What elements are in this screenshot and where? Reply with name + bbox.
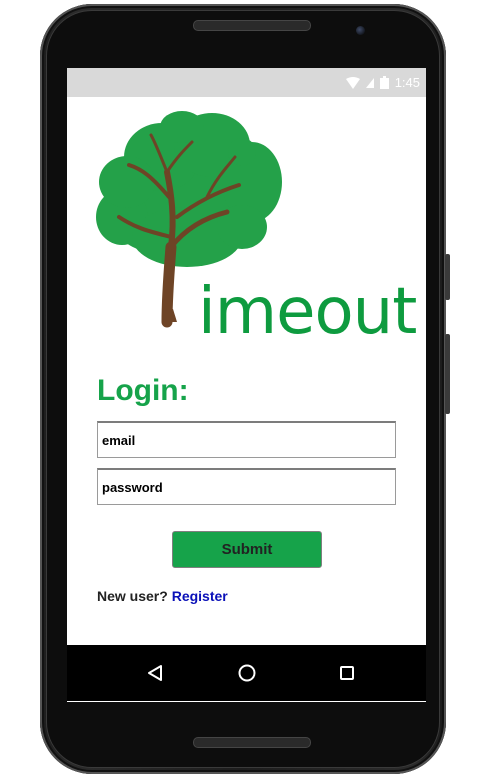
email-field[interactable]: [97, 421, 396, 458]
password-field[interactable]: [97, 468, 396, 505]
timeout-logo: imeout: [67, 97, 426, 344]
phone-bezel: 1:45 imeout Login: email Submit New user…: [46, 10, 440, 768]
new-user-text: New user?: [97, 588, 168, 604]
phone-frame: 1:45 imeout Login: email Submit New user…: [40, 4, 450, 774]
status-icons: 1:45: [345, 74, 420, 91]
recents-icon: [340, 666, 354, 680]
navigation-bar: [67, 645, 426, 701]
power-button: [445, 334, 450, 414]
wifi-icon: [345, 76, 360, 89]
register-row: New user? Register: [97, 588, 228, 604]
volume-button: [445, 254, 450, 300]
app-screen: 1:45 imeout Login: email Submit New user…: [67, 68, 426, 702]
battery-icon: [379, 76, 389, 89]
front-camera: [356, 26, 365, 35]
home-button[interactable]: [233, 659, 261, 687]
bottom-speaker: [193, 737, 311, 748]
logo-text: imeout: [198, 275, 417, 349]
status-time: 1:45: [394, 75, 420, 90]
back-icon: [148, 665, 162, 681]
recents-button[interactable]: [333, 659, 361, 687]
status-bar: 1:45: [67, 68, 426, 97]
register-link[interactable]: Register: [172, 588, 228, 604]
submit-button[interactable]: Submit: [172, 531, 322, 568]
back-button[interactable]: [141, 659, 169, 687]
home-icon: [238, 664, 256, 682]
top-speaker: [193, 20, 311, 31]
login-title: Login:: [97, 374, 189, 407]
signal-icon: [365, 77, 374, 88]
